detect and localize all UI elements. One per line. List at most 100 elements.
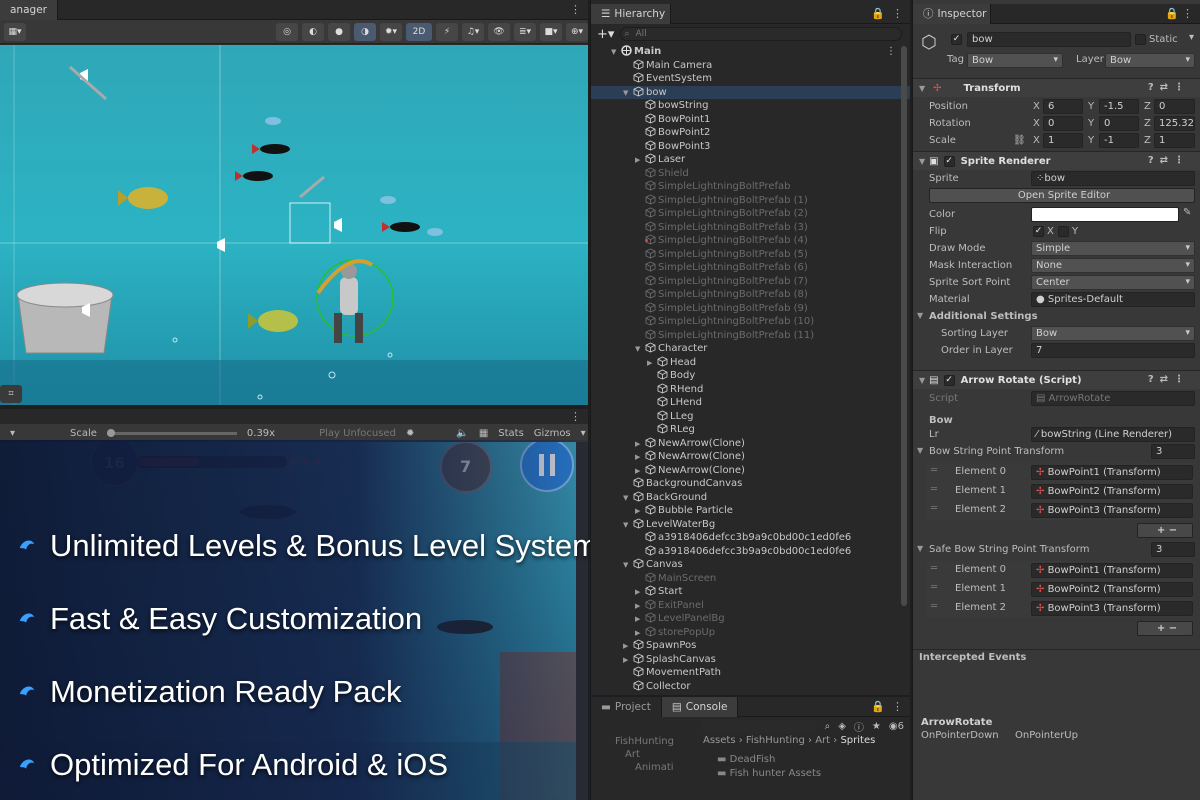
hierarchy-item[interactable]: SimpleLightningBoltPrefab (9) bbox=[591, 301, 910, 316]
collapse-arrow-icon[interactable]: ▶ bbox=[635, 627, 645, 641]
list-element[interactable]: ═ Element 0 ✢ BowPoint1 (Transform) bbox=[927, 463, 1193, 482]
hierarchy-item[interactable]: RHend bbox=[591, 382, 910, 397]
scale-slider[interactable] bbox=[106, 428, 237, 437]
tree-item[interactable]: Animati bbox=[615, 761, 699, 774]
hierarchy-item[interactable]: SimpleLightningBoltPrefab (7) bbox=[591, 274, 910, 289]
collapse-arrow-icon[interactable]: ▶ bbox=[635, 600, 645, 614]
gizmos-dropdown-icon[interactable]: ▾ bbox=[581, 428, 586, 439]
flip-y-checkbox[interactable] bbox=[1058, 226, 1069, 237]
hierarchy-item[interactable]: SimpleLightningBoltPrefab (4) bbox=[591, 234, 910, 248]
collapse-arrow-icon[interactable]: ▶ bbox=[635, 505, 645, 519]
sorting-layer-dropdown[interactable]: Bow bbox=[1031, 326, 1195, 341]
scale-slider-handle[interactable] bbox=[106, 428, 115, 437]
hierarchy-item[interactable]: a3918406defcc3b9a9c0bd00c1ed0fe6 bbox=[591, 531, 910, 545]
collapse-arrow-icon[interactable]: ▶ bbox=[635, 586, 645, 600]
foldout-arrow-icon[interactable]: ▼ bbox=[917, 544, 923, 553]
audio-mute-icon[interactable]: 🔈 bbox=[456, 428, 468, 439]
hierarchy-item[interactable]: ▶ Head bbox=[591, 355, 910, 370]
hierarchy-item[interactable]: ▶ NewArrow(Clone) bbox=[591, 463, 910, 479]
rotation-z-field[interactable]: 125.327 bbox=[1154, 116, 1195, 131]
hierarchy-item[interactable]: Main Camera bbox=[591, 58, 910, 73]
expand-arrow-icon[interactable]: ▼ bbox=[635, 343, 645, 357]
shading-textured-icon[interactable]: ◑ bbox=[354, 22, 376, 41]
tree-item[interactable]: FishHunting bbox=[615, 735, 699, 748]
mask-interaction-dropdown[interactable]: None bbox=[1031, 258, 1195, 273]
shading-wire-icon[interactable]: ◐ bbox=[302, 22, 324, 41]
file-item[interactable]: ▬ Fish hunter Assets bbox=[717, 767, 821, 781]
grid-icon[interactable]: ▦ bbox=[479, 428, 488, 439]
collapse-arrow-icon[interactable]: ▶ bbox=[635, 465, 645, 479]
shading-solid-icon[interactable]: ● bbox=[328, 22, 350, 41]
hierarchy-item[interactable]: LHend bbox=[591, 396, 910, 410]
hierarchy-item[interactable]: SimpleLightningBoltPrefab (1) bbox=[591, 193, 910, 208]
inspector-menu-icon[interactable]: ⋮ bbox=[1182, 7, 1193, 20]
constrain-link-icon[interactable]: ⛓ bbox=[1013, 135, 1026, 146]
drag-handle-icon[interactable]: ═ bbox=[931, 484, 937, 495]
scale-y-field[interactable]: -1 bbox=[1099, 133, 1139, 148]
lighting-icon[interactable]: ⚡ bbox=[436, 22, 458, 41]
element-transform-field[interactable]: ✢ BowPoint2 (Transform) bbox=[1031, 582, 1193, 597]
project-search-input[interactable] bbox=[701, 719, 817, 733]
collapse-arrow-icon[interactable]: ▶ bbox=[623, 654, 633, 668]
layer-dropdown[interactable]: Bow bbox=[1105, 53, 1195, 68]
scene-menu-icon[interactable]: ⋮ bbox=[570, 3, 581, 16]
list-element[interactable]: ═ Element 2 ✢ BowPoint3 (Transform) bbox=[927, 599, 1193, 618]
static-dropdown-icon[interactable]: ▾ bbox=[1189, 32, 1194, 43]
lock-icon[interactable]: 🔒 bbox=[1165, 7, 1179, 20]
expand-arrow-icon[interactable]: ▼ bbox=[623, 492, 633, 506]
hierarchy-item[interactable]: ▶ Bubble Particle bbox=[591, 504, 910, 518]
list-remove-button[interactable]: − bbox=[1169, 623, 1177, 634]
hierarchy-scrollbar[interactable] bbox=[901, 46, 907, 606]
label-icon[interactable]: ◈ bbox=[838, 721, 846, 732]
hierarchy-item[interactable]: ▼ Main ⋮ bbox=[591, 45, 910, 59]
hierarchy-item[interactable]: SimpleLightningBoltPrefab (10) bbox=[591, 315, 910, 329]
hierarchy-item[interactable]: ▶ LevelPanelBg bbox=[591, 612, 910, 626]
hierarchy-item[interactable]: ▼ Character bbox=[591, 342, 910, 356]
collapse-arrow-icon[interactable]: ▶ bbox=[635, 451, 645, 465]
foldout-arrow-icon[interactable]: ▼ bbox=[917, 311, 923, 320]
hierarchy-item[interactable]: SimpleLightningBoltPrefab (8) bbox=[591, 288, 910, 302]
rotation-x-field[interactable]: 0 bbox=[1043, 116, 1083, 131]
hierarchy-item[interactable]: SimpleLightningBoltPrefab (5) bbox=[591, 247, 910, 262]
hierarchy-item[interactable]: RLeg bbox=[591, 423, 910, 437]
play-mode-dropdown[interactable]: Play Unfocused bbox=[319, 428, 396, 439]
hierarchy-item[interactable]: SimpleLightningBoltPrefab bbox=[591, 180, 910, 194]
breadcrumb-item[interactable]: Assets bbox=[703, 735, 736, 746]
bow-string-points-count[interactable]: 3 bbox=[1151, 444, 1195, 459]
list-element[interactable]: ═ Element 1 ✢ BowPoint2 (Transform) bbox=[927, 482, 1193, 501]
component-enabled-checkbox[interactable]: ✓ bbox=[943, 155, 955, 167]
hierarchy-item[interactable]: ▶ Laser bbox=[591, 153, 910, 167]
hierarchy-item[interactable]: BackgroundCanvas bbox=[591, 477, 910, 491]
hierarchy-item[interactable]: EventSystem bbox=[591, 72, 910, 86]
tab-inspector[interactable]: ⓘ Inspector bbox=[913, 3, 991, 24]
grid-tool-icon[interactable]: ▦▾ bbox=[4, 22, 26, 41]
hierarchy-item[interactable]: ▼ Canvas bbox=[591, 558, 910, 572]
lock-icon[interactable]: 🔒 bbox=[871, 700, 885, 713]
list-element[interactable]: ═ Element 2 ✢ BowPoint3 (Transform) bbox=[927, 501, 1193, 520]
mode-2d-button[interactable]: 2D bbox=[406, 22, 432, 41]
search-by-type-icon[interactable]: ⌕ bbox=[825, 721, 831, 732]
audio-icon[interactable]: ♫▾ bbox=[462, 22, 484, 41]
hierarchy-item[interactable]: ▶ ExitPanel bbox=[591, 598, 910, 614]
active-checkbox[interactable]: ✓ bbox=[951, 34, 962, 45]
hierarchy-item[interactable]: LLeg bbox=[591, 409, 910, 424]
scene-overlay-button[interactable]: ⌗ bbox=[0, 385, 22, 403]
render-mode-icon[interactable]: ✹▾ bbox=[380, 22, 402, 41]
position-x-field[interactable]: 6 bbox=[1043, 99, 1083, 114]
hierarchy-item[interactable]: ▶ NewArrow(Clone) bbox=[591, 450, 910, 464]
hierarchy-item[interactable]: ▶ SplashCanvas bbox=[591, 652, 910, 668]
layers-icon[interactable]: ≣▾ bbox=[514, 22, 536, 41]
safe-bow-string-points-count[interactable]: 3 bbox=[1151, 542, 1195, 557]
hierarchy-item[interactable]: ▼ LevelWaterBg bbox=[591, 517, 910, 532]
drag-handle-icon[interactable]: ═ bbox=[931, 465, 937, 476]
stats-button[interactable]: Stats bbox=[498, 428, 524, 439]
component-actions-icon[interactable]: ?⇄⋮ bbox=[1148, 374, 1190, 385]
file-item[interactable]: ▬ DeadFish bbox=[717, 753, 821, 767]
collapse-arrow-icon[interactable]: ▶ bbox=[623, 640, 633, 654]
rotation-y-field[interactable]: 0 bbox=[1099, 116, 1139, 131]
object-name-field[interactable]: bow bbox=[967, 32, 1131, 47]
hierarchy-menu-icon[interactable]: ⋮ bbox=[892, 7, 903, 20]
element-transform-field[interactable]: ✢ BowPoint3 (Transform) bbox=[1031, 601, 1193, 616]
drag-handle-icon[interactable]: ═ bbox=[931, 503, 937, 514]
globe-icon[interactable]: ◎ bbox=[276, 22, 298, 41]
